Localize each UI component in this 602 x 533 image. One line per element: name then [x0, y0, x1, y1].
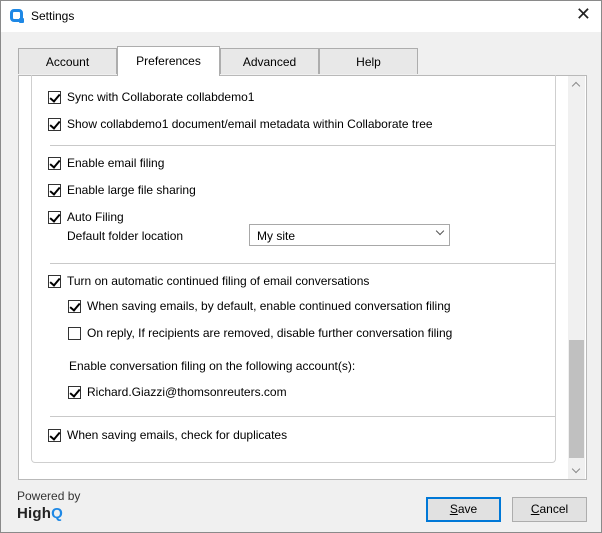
option-label: When saving emails, check for duplicates	[67, 428, 288, 442]
divider	[50, 145, 555, 146]
vertical-scrollbar[interactable]	[568, 76, 585, 479]
option-label: Enable large file sharing	[67, 183, 196, 197]
option-label: When saving emails, by default, enable c…	[87, 299, 451, 313]
logo-text: High	[17, 505, 52, 522]
continued-filing-option[interactable]: Turn on automatic continued filing of em…	[48, 273, 369, 289]
title-bar: Settings ✕	[1, 1, 601, 32]
checkbox[interactable]	[48, 117, 61, 131]
preferences-panel: Sync with Collaborate collabdemo1 Show c…	[18, 75, 587, 480]
scroll-up-arrow-icon[interactable]	[571, 81, 581, 91]
default-folder-select[interactable]: My site	[249, 224, 450, 246]
accounts-heading: Enable conversation filing on the follow…	[69, 359, 356, 373]
scroll-down-arrow-icon[interactable]	[571, 464, 581, 474]
cancel-label-rest: ancel	[539, 502, 569, 516]
tab-preferences[interactable]: Preferences	[117, 46, 220, 76]
divider	[50, 416, 555, 417]
check-duplicates-option[interactable]: When saving emails, check for duplicates	[48, 427, 287, 443]
checkbox[interactable]	[48, 156, 61, 170]
tab-advanced[interactable]: Advanced	[220, 48, 319, 74]
option-label: Enable email filing	[67, 156, 165, 170]
preferences-content: Sync with Collaborate collabdemo1 Show c…	[31, 75, 556, 463]
checkbox[interactable]	[48, 274, 61, 288]
select-value: My site	[257, 229, 296, 243]
option-label: Turn on automatic continued filing of em…	[67, 274, 370, 288]
scrollbar-thumb[interactable]	[569, 340, 584, 458]
checkbox[interactable]	[48, 90, 61, 104]
settings-window: Settings ✕ Account Preferences Advanced …	[0, 0, 602, 533]
default-folder-label: Default folder location	[67, 229, 184, 243]
tab-help[interactable]: Help	[319, 48, 418, 74]
auto-filing-option[interactable]: Auto Filing	[48, 209, 124, 225]
checkbox[interactable]	[68, 385, 81, 399]
divider	[50, 263, 555, 264]
save-label-rest: ave	[457, 502, 478, 516]
window-title: Settings	[31, 9, 75, 23]
sync-collaborate-option[interactable]: Sync with Collaborate collabdemo1	[48, 89, 254, 105]
powered-by-label: Powered by	[17, 489, 81, 503]
checkbox[interactable]	[68, 326, 81, 340]
highq-app-icon	[10, 9, 24, 23]
option-label: Show collabdemo1 document/email metadata…	[67, 117, 433, 131]
checkbox[interactable]	[48, 183, 61, 197]
large-file-sharing-option[interactable]: Enable large file sharing	[48, 182, 196, 198]
option-label: On reply, If recipients are removed, dis…	[87, 326, 453, 340]
tab-account[interactable]: Account	[18, 48, 117, 74]
account-email: Richard.Giazzi@thomsonreuters.com	[87, 385, 287, 399]
cancel-button[interactable]: Cancel	[512, 497, 587, 522]
option-label: Sync with Collaborate collabdemo1	[67, 90, 255, 104]
option-label: Auto Filing	[67, 210, 124, 224]
checkbox[interactable]	[48, 428, 61, 442]
highq-logo: HighQ	[17, 505, 63, 522]
save-mnemonic: S	[449, 502, 458, 516]
logo-q: Q	[51, 505, 64, 522]
account-option[interactable]: Richard.Giazzi@thomsonreuters.com	[68, 384, 287, 400]
checkbox[interactable]	[68, 299, 81, 313]
show-metadata-option[interactable]: Show collabdemo1 document/email metadata…	[48, 116, 433, 132]
chevron-down-icon	[435, 226, 445, 236]
checkbox[interactable]	[48, 210, 61, 224]
disable-on-reply-option[interactable]: On reply, If recipients are removed, dis…	[68, 325, 452, 341]
continued-on-save-option[interactable]: When saving emails, by default, enable c…	[68, 298, 451, 314]
close-icon[interactable]: ✕	[576, 6, 591, 24]
enable-email-filing-option[interactable]: Enable email filing	[48, 155, 164, 171]
save-button[interactable]: Save	[426, 497, 501, 522]
